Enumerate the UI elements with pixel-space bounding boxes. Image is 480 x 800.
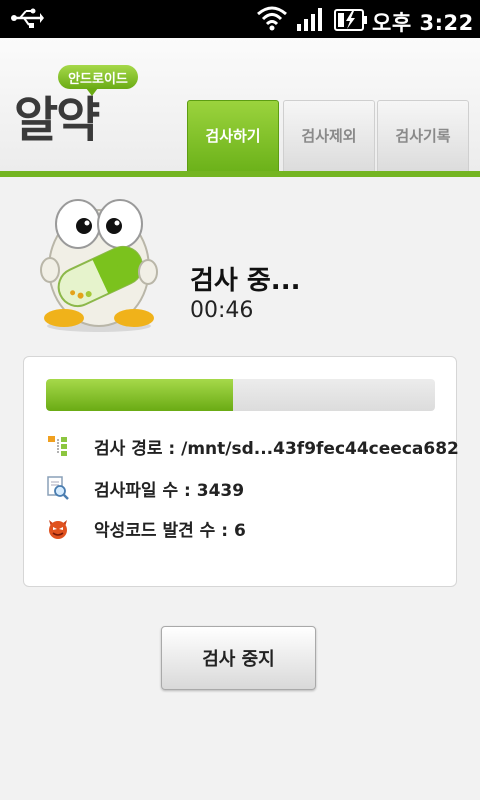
file-search-icon bbox=[46, 476, 70, 500]
scan-file-count-row: 검사파일 수 : 3439 bbox=[46, 475, 244, 501]
scan-progress-bar bbox=[46, 379, 435, 411]
pill-mascot-illustration bbox=[34, 196, 164, 340]
stop-scan-button[interactable]: 검사 중지 bbox=[161, 626, 316, 690]
folder-tree-icon bbox=[46, 434, 70, 458]
scan-file-count-text: 검사파일 수 : 3439 bbox=[94, 480, 245, 501]
header-divider bbox=[0, 171, 480, 177]
scan-status-title: 검사 중... bbox=[190, 266, 301, 296]
usb-icon bbox=[10, 6, 44, 34]
scan-path-row: 검사 경로 : /mnt/sd...43f9fec44ceeca682 bbox=[46, 433, 459, 459]
tab-exclusions[interactable]: 검사제외 bbox=[283, 100, 375, 172]
tab-history[interactable]: 검사기록 bbox=[377, 100, 469, 172]
status-time: 오후 3:22 bbox=[372, 11, 474, 35]
scan-progress-fill bbox=[46, 379, 233, 411]
malware-count-text: 악성코드 발견 수 : 6 bbox=[94, 520, 246, 541]
battery-charging-icon bbox=[334, 8, 368, 36]
malware-count-row: 악성코드 발견 수 : 6 bbox=[46, 515, 246, 541]
tab-scan[interactable]: 검사하기 bbox=[187, 100, 279, 172]
scan-info-panel: 검사 경로 : /mnt/sd...43f9fec44ceeca682 검사파일… bbox=[23, 356, 459, 587]
wifi-icon bbox=[256, 4, 288, 36]
scan-path-text: 검사 경로 : /mnt/sd...43f9fec44ceeca682 bbox=[94, 438, 459, 459]
scan-elapsed-time: 00:46 bbox=[190, 298, 254, 323]
signal-icon bbox=[296, 6, 326, 36]
app-header: 안드로이드 알약 검사하기 검사제외 검사기록 bbox=[0, 38, 480, 172]
devil-icon bbox=[46, 516, 70, 540]
status-bar: 오후 3:22 bbox=[0, 0, 480, 38]
logo-title: 알약 bbox=[14, 92, 100, 148]
